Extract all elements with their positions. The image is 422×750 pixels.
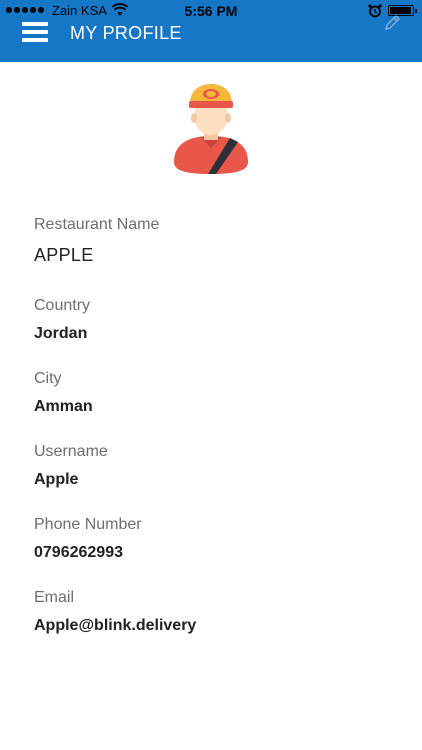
app-header: Zain KSA 5:56 PM MY PROFILE: [0, 0, 422, 62]
restaurant-name-label: Restaurant Name: [34, 216, 160, 233]
profile-screen: Zain KSA 5:56 PM MY PROFILE Restaurant N…: [0, 0, 422, 750]
status-time: 5:56 PM: [184, 3, 238, 19]
alarm-icon: [368, 4, 382, 18]
country-label: Country: [34, 297, 91, 314]
city-value: Amman: [34, 398, 93, 415]
username-label: Username: [34, 443, 108, 460]
email-label: Email: [34, 589, 75, 606]
delivery-person-avatar: [174, 84, 248, 174]
menu-button[interactable]: [22, 22, 48, 42]
phone-number-label: Phone Number: [34, 516, 142, 533]
edit-pencil-icon[interactable]: [383, 14, 401, 32]
city-label: City: [34, 370, 62, 387]
username-value: Apple: [34, 471, 79, 488]
country-value: Jordan: [34, 325, 88, 342]
email-value: Apple@blink.delivery: [34, 617, 197, 634]
phone-number-value: 0796262993: [34, 544, 123, 561]
page-title: MY PROFILE: [70, 23, 182, 43]
restaurant-name-value: APPLE: [34, 245, 94, 265]
status-bar: Zain KSA 5:56 PM: [0, 0, 422, 22]
